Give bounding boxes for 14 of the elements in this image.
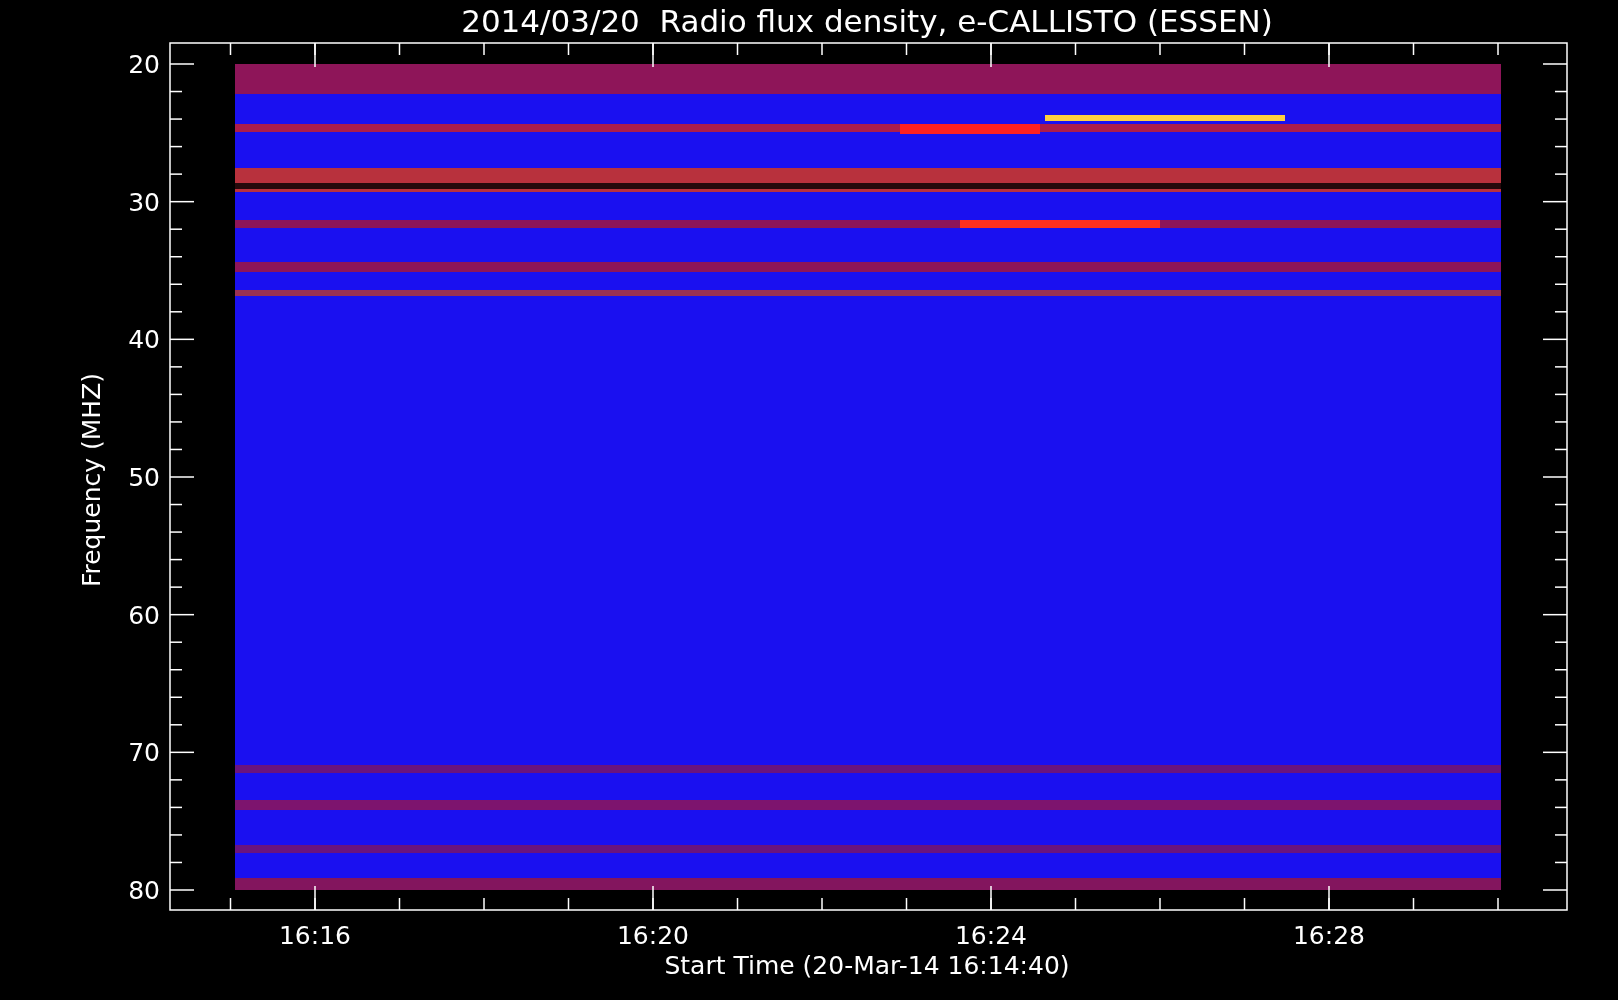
x-axis-label: Start Time (20-Mar-14 16:14:40) bbox=[664, 951, 1070, 980]
x-tick-label: 16:20 bbox=[617, 921, 689, 950]
y-tick-label: 70 bbox=[128, 738, 160, 768]
x-tick-label: 16:24 bbox=[955, 921, 1027, 950]
y-tick-label: 80 bbox=[128, 876, 160, 905]
y-tick-label: 60 bbox=[128, 600, 160, 630]
chart-title: 2014/03/20 Radio flux density, e-CALLISTO (ESSEN) bbox=[461, 3, 1273, 39]
y-tick-label: 30 bbox=[128, 187, 160, 217]
y-tick-label: 50 bbox=[128, 463, 160, 492]
y-tick-label: 40 bbox=[128, 325, 160, 355]
y-axis-label: Frequency (MHZ) bbox=[77, 372, 106, 588]
x-tick-label: 16:28 bbox=[1293, 921, 1365, 950]
y-tick-label: 20 bbox=[128, 50, 160, 79]
x-tick-label: 16:16 bbox=[279, 921, 351, 950]
